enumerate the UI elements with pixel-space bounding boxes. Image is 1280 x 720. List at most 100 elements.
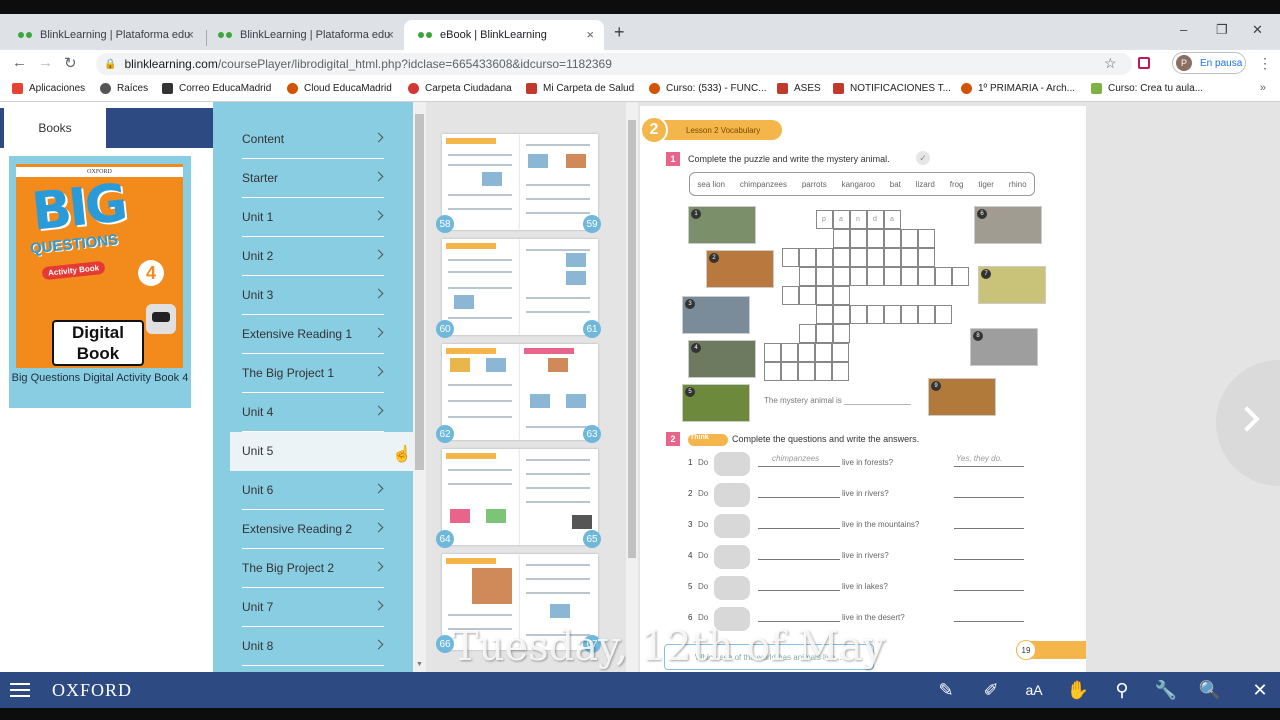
menu-item-unit-7[interactable]: Unit 7 xyxy=(230,588,413,627)
window-close-icon[interactable]: ✕ xyxy=(1252,22,1263,38)
page-number-badge[interactable]: 58 xyxy=(436,215,454,233)
bookmark-curso-func[interactable]: Curso: (533) - FUNC... xyxy=(649,83,767,94)
menu-scrollbar[interactable]: ▼ xyxy=(413,102,426,672)
bookmark-notificaciones[interactable]: NOTIFICACIONES T... xyxy=(833,83,951,94)
book-card[interactable]: OXFORD BIG QUESTIONS Activity Book 4 Dig… xyxy=(9,156,191,408)
crossword-letter: d xyxy=(873,216,877,223)
hand-tool-icon[interactable]: ✋ xyxy=(1066,678,1090,702)
menu-item-extensive-reading-1[interactable]: Extensive Reading 1 xyxy=(230,315,413,354)
menu-item-starter[interactable]: Starter xyxy=(230,159,413,198)
page-number-badge[interactable]: 62 xyxy=(436,425,454,443)
tab-close-icon[interactable]: × xyxy=(386,27,394,42)
hamburger-menu-icon[interactable] xyxy=(10,683,30,697)
page-number-badge[interactable]: 60 xyxy=(436,320,454,338)
forward-icon[interactable]: → xyxy=(38,54,53,71)
bookmark-raices[interactable]: Raíces xyxy=(100,83,148,94)
menu-item-unit-6[interactable]: Unit 6 xyxy=(230,471,413,510)
books-tab[interactable]: Books xyxy=(4,108,106,148)
cover-digital-label: Digital Book xyxy=(52,320,144,366)
bookmark-crea-aula[interactable]: Curso: Crea tu aula... xyxy=(1091,83,1203,94)
menu-item-unit-4[interactable]: Unit 4 xyxy=(230,393,413,432)
tab-title: BlinkLearning | Plataforma educa xyxy=(40,29,190,41)
next-page-button[interactable] xyxy=(1216,360,1280,486)
url-field[interactable]: 🔒 blinklearning.com /coursePlayer/librod… xyxy=(96,53,1132,75)
thumbnail-page[interactable] xyxy=(442,239,520,335)
bookmark-star-icon[interactable]: ☆ xyxy=(1104,55,1117,72)
units-menu: Content Starter Unit 1 Unit 2 Unit 3 Ext… xyxy=(213,102,413,672)
chevron-right-icon xyxy=(373,249,384,260)
thumbnail-page[interactable] xyxy=(442,344,520,440)
menu-item-unit-3[interactable]: Unit 3 xyxy=(230,276,413,315)
chevron-right-icon xyxy=(373,600,384,611)
bookmark-cloud[interactable]: Cloud EducaMadrid xyxy=(287,83,392,94)
browser-tab-2[interactable]: BlinkLearning | Plataforma educa × xyxy=(204,20,404,50)
menu-item-label: Unit 3 xyxy=(242,288,274,302)
bookmark-correo[interactable]: Correo EducaMadrid xyxy=(162,83,271,94)
screen-top-strip xyxy=(0,0,1280,14)
date-watermark: Tuesday, 12th of May xyxy=(452,624,886,670)
maximize-icon[interactable]: ❐ xyxy=(1216,22,1228,38)
robot-icon xyxy=(146,304,176,334)
page-number-badge[interactable]: 59 xyxy=(583,215,601,233)
minimize-icon[interactable]: – xyxy=(1180,22,1187,37)
blinklearning-favicon-icon xyxy=(218,32,232,38)
panda-photo: 1 xyxy=(688,206,756,244)
bookmark-salud[interactable]: Mi Carpeta de Salud xyxy=(526,83,634,94)
menu-item-extensive-reading-2[interactable]: Extensive Reading 2 xyxy=(230,510,413,549)
question-row[interactable]: 5 Do live in lakes? xyxy=(688,576,1048,600)
menu-item-big-project-1[interactable]: The Big Project 1 xyxy=(230,354,413,393)
browser-tab-3-active[interactable]: eBook | BlinkLearning × xyxy=(404,20,604,50)
thumbnails-scrollbar[interactable] xyxy=(626,102,638,672)
question-row[interactable]: 4 Do live in rivers? xyxy=(688,545,1048,569)
profile-button[interactable]: P En pausa xyxy=(1172,52,1246,74)
menu-item-unit-5[interactable]: Unit 5 ☝ xyxy=(230,432,413,471)
menu-item-big-project-2[interactable]: The Big Project 2 xyxy=(230,549,413,588)
tab-title: eBook | BlinkLearning xyxy=(440,29,547,41)
extension-icon[interactable] xyxy=(1138,57,1150,69)
zoom-search-icon[interactable]: 🔍 xyxy=(1198,678,1222,702)
menu-item-unit-8[interactable]: Unit 8 xyxy=(230,627,413,666)
question-row[interactable]: 2 Do live in rivers? xyxy=(688,483,1048,507)
animal-drawing-icon xyxy=(714,452,750,476)
thumbnail-page[interactable] xyxy=(442,449,520,545)
menu-item-label: Unit 5 xyxy=(242,444,274,458)
reload-icon[interactable]: ↻ xyxy=(64,54,77,72)
scrollbar-thumb[interactable] xyxy=(415,114,424,470)
page-number-badge[interactable]: 63 xyxy=(583,425,601,443)
menu-item-content[interactable]: Content xyxy=(230,120,413,159)
back-icon[interactable]: ← xyxy=(12,54,27,71)
check-icon[interactable]: ✓ xyxy=(916,151,930,165)
pointer-icon[interactable]: ⚲ xyxy=(1110,678,1134,702)
new-tab-button[interactable]: + xyxy=(614,22,625,43)
tab-title: BlinkLearning | Plataforma educa xyxy=(240,29,390,41)
page-number-badge[interactable]: 61 xyxy=(583,320,601,338)
crossword-letter: a xyxy=(890,216,894,223)
word-bank-item: frog xyxy=(949,179,964,189)
close-viewer-icon[interactable]: ✕ xyxy=(1248,678,1272,702)
bookmark-carpeta-ciudadana[interactable]: Carpeta Ciudadana xyxy=(408,83,512,94)
browser-tab-1[interactable]: BlinkLearning | Plataforma educa × xyxy=(4,20,204,50)
book-cover[interactable]: OXFORD BIG QUESTIONS Activity Book 4 Dig… xyxy=(16,164,183,368)
bookmark-primaria[interactable]: 1º PRIMARIA - Arch... xyxy=(961,83,1075,94)
bookmarks-overflow-icon[interactable]: » xyxy=(1260,82,1266,94)
tools-wrench-icon[interactable]: 🔧 xyxy=(1154,678,1178,702)
scroll-down-icon[interactable]: ▼ xyxy=(416,661,423,668)
menu-item-unit-2[interactable]: Unit 2 xyxy=(230,237,413,276)
crossword-letter: p xyxy=(822,216,826,223)
tab-close-icon[interactable]: × xyxy=(186,27,194,42)
pen-icon[interactable]: ✎ xyxy=(934,678,958,702)
browser-menu-icon[interactable]: ⋮ xyxy=(1258,55,1272,72)
text-size-icon[interactable]: aA xyxy=(1022,678,1046,702)
bookmark-apps[interactable]: Aplicaciones xyxy=(12,83,85,94)
question-row[interactable]: 3 Do live in the mountains? xyxy=(688,514,1048,538)
ases-icon xyxy=(777,83,788,94)
scrollbar-thumb[interactable] xyxy=(628,120,636,558)
highlighter-icon[interactable]: ✐ xyxy=(979,678,1003,702)
word-bank-item: bat xyxy=(889,179,901,189)
page-number-badge[interactable]: 64 xyxy=(436,530,454,548)
tab-close-icon[interactable]: × xyxy=(586,27,594,42)
page-number-badge[interactable]: 65 xyxy=(583,530,601,548)
thumbnail-page[interactable] xyxy=(442,134,520,230)
bookmark-ases[interactable]: ASES xyxy=(777,83,821,94)
menu-item-unit-1[interactable]: Unit 1 xyxy=(230,198,413,237)
